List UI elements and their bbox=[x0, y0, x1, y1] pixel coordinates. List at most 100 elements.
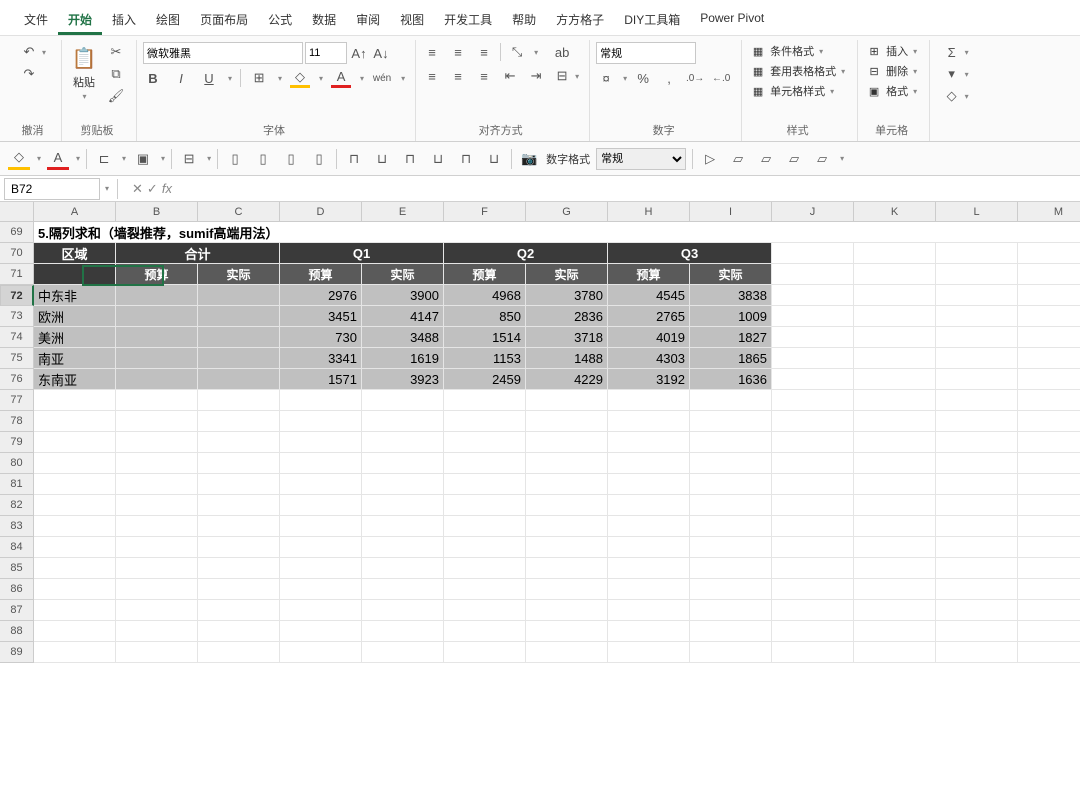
cell[interactable] bbox=[772, 411, 854, 432]
cell[interactable] bbox=[854, 579, 936, 600]
col-header-J[interactable]: J bbox=[772, 202, 854, 222]
cell[interactable] bbox=[116, 495, 198, 516]
cell[interactable] bbox=[936, 390, 1018, 411]
cell[interactable] bbox=[34, 621, 116, 642]
cell[interactable] bbox=[116, 642, 198, 663]
cell[interactable] bbox=[608, 621, 690, 642]
tab-help[interactable]: 帮助 bbox=[502, 6, 546, 35]
qat-align-center-icon[interactable]: ▣ bbox=[132, 148, 154, 170]
cell[interactable] bbox=[34, 390, 116, 411]
paste-button[interactable]: 📋 粘贴 ▾ bbox=[68, 42, 100, 103]
cell[interactable] bbox=[34, 642, 116, 663]
cell[interactable] bbox=[198, 558, 280, 579]
cell[interactable] bbox=[854, 621, 936, 642]
cell[interactable] bbox=[444, 474, 526, 495]
cell[interactable]: 3780 bbox=[526, 285, 608, 306]
tab-draw[interactable]: 绘图 bbox=[146, 6, 190, 35]
cell[interactable]: 1827 bbox=[690, 327, 772, 348]
qat-number-format-select[interactable]: 常规 bbox=[596, 148, 686, 170]
cell[interactable] bbox=[1018, 474, 1080, 495]
cell[interactable] bbox=[198, 579, 280, 600]
cell[interactable] bbox=[854, 264, 936, 285]
cell[interactable] bbox=[362, 411, 444, 432]
cell[interactable] bbox=[854, 411, 936, 432]
qat-camera-icon[interactable]: 📷 bbox=[518, 148, 540, 170]
cell[interactable] bbox=[526, 579, 608, 600]
cell[interactable]: 1865 bbox=[690, 348, 772, 369]
cell[interactable]: 预算 bbox=[280, 264, 362, 285]
cell[interactable] bbox=[854, 642, 936, 663]
cell[interactable] bbox=[362, 642, 444, 663]
cell[interactable] bbox=[280, 411, 362, 432]
qat-tool4-icon[interactable]: ▱ bbox=[811, 148, 833, 170]
cell[interactable] bbox=[608, 390, 690, 411]
cell[interactable]: 区域 bbox=[34, 243, 116, 264]
cell[interactable] bbox=[362, 558, 444, 579]
name-box[interactable]: B72 bbox=[4, 178, 100, 200]
cell[interactable]: 1153 bbox=[444, 348, 526, 369]
cell[interactable] bbox=[526, 537, 608, 558]
cell[interactable]: 1619 bbox=[362, 348, 444, 369]
row-header-86[interactable]: 86 bbox=[0, 579, 34, 600]
cell[interactable] bbox=[116, 537, 198, 558]
cell[interactable] bbox=[936, 348, 1018, 369]
qat-merge-icon[interactable]: ⊟ bbox=[178, 148, 200, 170]
cell[interactable] bbox=[772, 453, 854, 474]
col-header-M[interactable]: M bbox=[1018, 202, 1080, 222]
row-header-88[interactable]: 88 bbox=[0, 621, 34, 642]
cell[interactable] bbox=[116, 558, 198, 579]
cell[interactable] bbox=[526, 432, 608, 453]
tab-view[interactable]: 视图 bbox=[390, 6, 434, 35]
orientation-icon[interactable]: ⤡ bbox=[507, 42, 527, 62]
cell[interactable]: 中东非 bbox=[34, 285, 116, 306]
cell[interactable]: 2976 bbox=[280, 285, 362, 306]
cell[interactable] bbox=[608, 642, 690, 663]
cell[interactable] bbox=[362, 516, 444, 537]
cell[interactable] bbox=[772, 600, 854, 621]
decrease-font-icon[interactable]: A↓ bbox=[371, 43, 391, 63]
cell[interactable] bbox=[608, 558, 690, 579]
copy-icon[interactable]: ⧉ bbox=[106, 64, 126, 84]
cell[interactable] bbox=[444, 642, 526, 663]
cell[interactable] bbox=[198, 600, 280, 621]
cell[interactable] bbox=[772, 327, 854, 348]
cell[interactable] bbox=[608, 432, 690, 453]
cell[interactable] bbox=[444, 495, 526, 516]
cell[interactable] bbox=[690, 537, 772, 558]
cell[interactable] bbox=[936, 516, 1018, 537]
cell[interactable] bbox=[198, 285, 280, 306]
row-header-77[interactable]: 77 bbox=[0, 390, 34, 411]
qat-align8-icon[interactable]: ⊔ bbox=[427, 148, 449, 170]
cell[interactable] bbox=[1018, 306, 1080, 327]
cell[interactable] bbox=[198, 516, 280, 537]
cell[interactable] bbox=[608, 579, 690, 600]
cell[interactable] bbox=[936, 264, 1018, 285]
cell[interactable] bbox=[198, 327, 280, 348]
cell[interactable]: Q1 bbox=[280, 243, 444, 264]
tab-powerpivot[interactable]: Power Pivot bbox=[690, 6, 774, 35]
cell[interactable] bbox=[116, 306, 198, 327]
cell[interactable] bbox=[854, 453, 936, 474]
cell[interactable] bbox=[854, 327, 936, 348]
underline-button[interactable]: U bbox=[199, 68, 219, 88]
cell[interactable] bbox=[690, 600, 772, 621]
cell[interactable] bbox=[280, 516, 362, 537]
name-box-drop-icon[interactable]: ▾ bbox=[105, 184, 109, 193]
col-header-E[interactable]: E bbox=[362, 202, 444, 222]
cell[interactable] bbox=[936, 579, 1018, 600]
tab-insert[interactable]: 插入 bbox=[102, 6, 146, 35]
cell[interactable] bbox=[444, 600, 526, 621]
cell[interactable]: 1571 bbox=[280, 369, 362, 390]
row-header-76[interactable]: 76 bbox=[0, 369, 34, 390]
row-header-81[interactable]: 81 bbox=[0, 474, 34, 495]
cell[interactable] bbox=[772, 243, 854, 264]
cell[interactable] bbox=[772, 495, 854, 516]
cell[interactable] bbox=[772, 264, 854, 285]
cell[interactable]: 3488 bbox=[362, 327, 444, 348]
cell[interactable] bbox=[1018, 264, 1080, 285]
cell[interactable] bbox=[1018, 285, 1080, 306]
cell[interactable]: 实际 bbox=[690, 264, 772, 285]
cell[interactable] bbox=[444, 411, 526, 432]
tab-review[interactable]: 审阅 bbox=[346, 6, 390, 35]
cell[interactable] bbox=[34, 558, 116, 579]
